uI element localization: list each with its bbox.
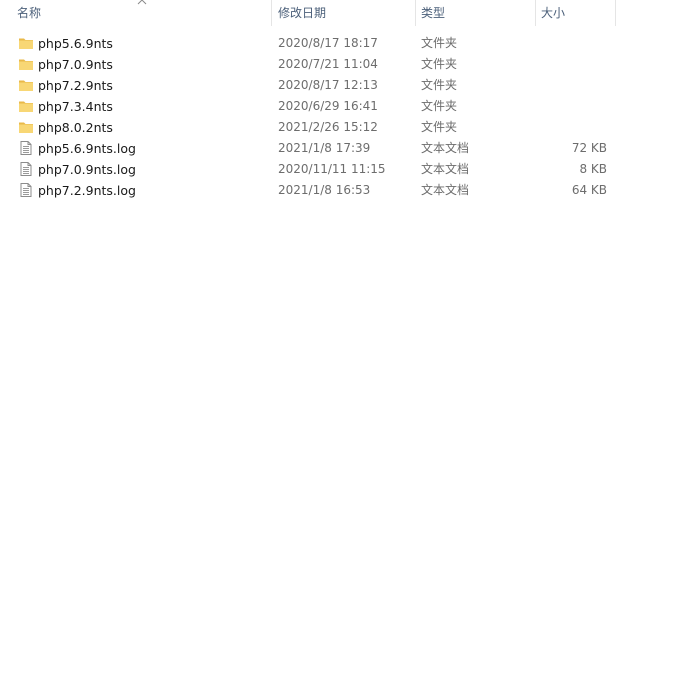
column-header-size[interactable]: 大小 bbox=[536, 0, 615, 26]
file-type: 文件夹 bbox=[421, 36, 458, 50]
file-name: php5.6.9nts.log bbox=[38, 141, 136, 156]
text-file-icon bbox=[20, 162, 32, 176]
folder-icon bbox=[19, 122, 33, 133]
file-name: php5.6.9nts bbox=[38, 36, 113, 51]
file-row[interactable]: php7.2.9nts 2020/8/17 12:13 文件夹 bbox=[0, 75, 686, 96]
column-divider[interactable] bbox=[615, 0, 616, 26]
folder-icon bbox=[19, 80, 33, 91]
file-name: php7.0.9nts.log bbox=[38, 162, 136, 177]
file-modified: 2021/1/8 16:53 bbox=[278, 183, 371, 197]
folder-icon bbox=[19, 59, 33, 70]
file-type: 文件夹 bbox=[421, 99, 458, 113]
column-header-name[interactable]: 名称 bbox=[0, 0, 271, 26]
file-modified: 2020/8/17 18:17 bbox=[278, 36, 378, 50]
chevron-up-icon bbox=[137, 0, 147, 5]
file-size: 64 KB bbox=[571, 183, 607, 197]
file-modified: 2020/6/29 16:41 bbox=[278, 99, 378, 113]
folder-icon bbox=[19, 38, 33, 49]
column-header-size-label: 大小 bbox=[541, 6, 566, 20]
file-size: 8 KB bbox=[579, 162, 607, 176]
folder-icon bbox=[19, 101, 33, 112]
file-row[interactable]: php7.0.9nts.log 2020/11/11 11:15 文本文档 8 … bbox=[0, 159, 686, 180]
column-header-type[interactable]: 类型 bbox=[416, 0, 535, 26]
text-file-icon bbox=[20, 141, 32, 155]
file-size: 72 KB bbox=[571, 141, 607, 155]
file-type: 文件夹 bbox=[421, 78, 458, 92]
file-type: 文件夹 bbox=[421, 120, 458, 134]
file-modified: 2020/11/11 11:15 bbox=[278, 162, 386, 176]
file-size bbox=[536, 54, 607, 75]
file-modified: 2021/2/26 15:12 bbox=[278, 120, 378, 134]
file-modified: 2020/8/17 12:13 bbox=[278, 78, 378, 92]
text-file-icon bbox=[20, 183, 32, 197]
file-size bbox=[536, 33, 607, 54]
file-name: php7.0.9nts bbox=[38, 57, 113, 72]
column-header-type-label: 类型 bbox=[421, 6, 446, 20]
file-row[interactable]: php8.0.2nts 2021/2/26 15:12 文件夹 bbox=[0, 117, 686, 138]
file-size bbox=[536, 96, 607, 117]
column-header-bar: 名称 修改日期 类型 大小 bbox=[0, 0, 686, 26]
file-name: php7.2.9nts bbox=[38, 78, 113, 93]
file-size bbox=[536, 75, 607, 96]
column-header-modified-label: 修改日期 bbox=[278, 6, 327, 20]
column-header-name-label: 名称 bbox=[17, 6, 42, 20]
file-type: 文本文档 bbox=[421, 183, 470, 197]
file-row[interactable]: php5.6.9nts.log 2021/1/8 17:39 文本文档 72 K… bbox=[0, 138, 686, 159]
file-row[interactable]: php7.2.9nts.log 2021/1/8 16:53 文本文档 64 K… bbox=[0, 180, 686, 201]
file-row[interactable]: php7.3.4nts 2020/6/29 16:41 文件夹 bbox=[0, 96, 686, 117]
file-size bbox=[536, 117, 607, 138]
column-header-modified[interactable]: 修改日期 bbox=[272, 0, 415, 26]
file-name: php8.0.2nts bbox=[38, 120, 113, 135]
file-name: php7.3.4nts bbox=[38, 99, 113, 114]
file-type: 文本文档 bbox=[421, 141, 470, 155]
file-type: 文件夹 bbox=[421, 57, 458, 71]
file-type: 文本文档 bbox=[421, 162, 470, 176]
file-modified: 2021/1/8 17:39 bbox=[278, 141, 371, 155]
file-list: php5.6.9nts 2020/8/17 18:17 文件夹 php7.0.9… bbox=[0, 33, 686, 201]
file-name: php7.2.9nts.log bbox=[38, 183, 136, 198]
file-row[interactable]: php7.0.9nts 2020/7/21 11:04 文件夹 bbox=[0, 54, 686, 75]
file-row[interactable]: php5.6.9nts 2020/8/17 18:17 文件夹 bbox=[0, 33, 686, 54]
file-modified: 2020/7/21 11:04 bbox=[278, 57, 378, 71]
